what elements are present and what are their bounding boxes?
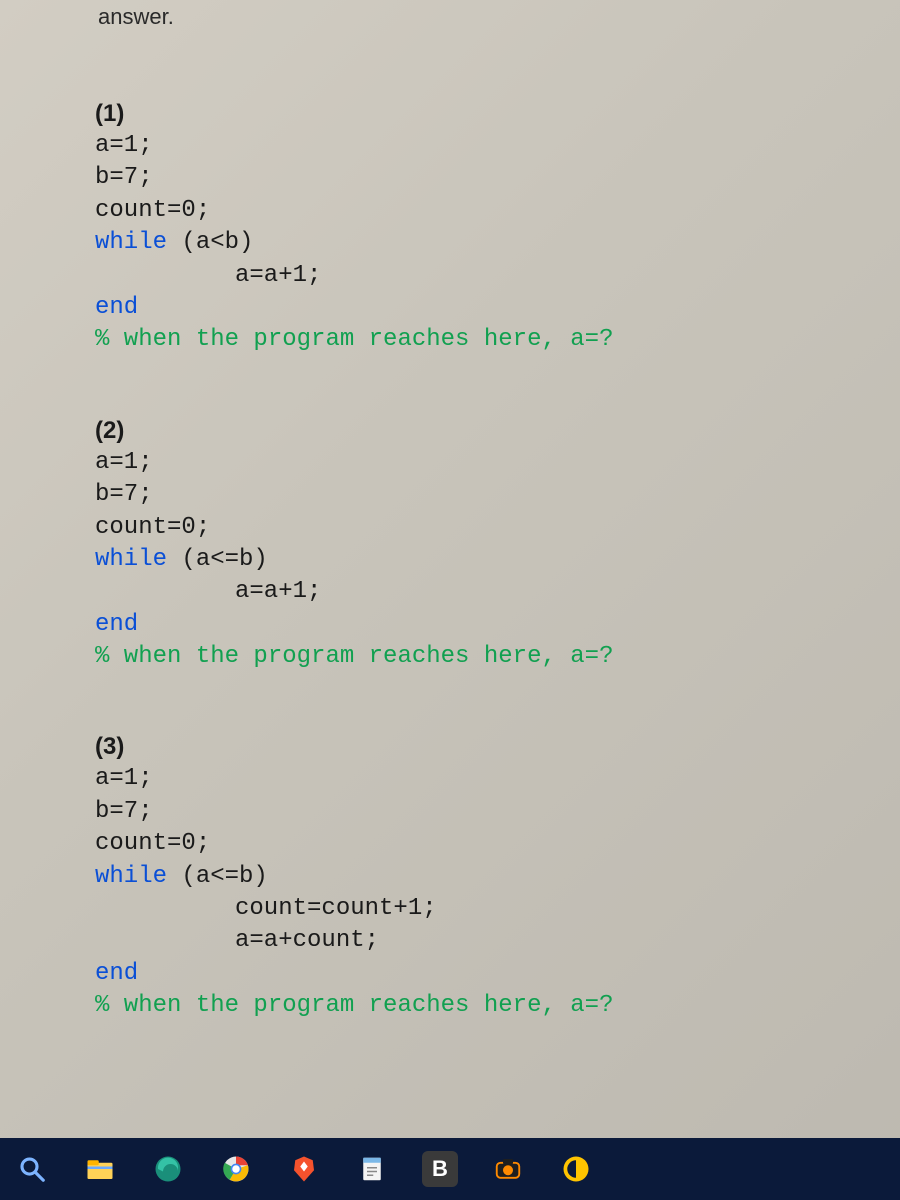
code-snippet: (1)a=1;b=7;count=0;while (a<b) a=a+1; end%… xyxy=(95,100,870,357)
code-line: a=1; xyxy=(95,447,870,479)
code-line: end xyxy=(95,292,870,324)
comment: % when the program reaches here, a=? xyxy=(95,641,870,673)
code-line: b=7; xyxy=(95,479,870,511)
code-body: a=1;b=7;count=0;while (a<=b)a=a+1;end% w… xyxy=(95,447,870,674)
edge-icon[interactable] xyxy=(150,1151,186,1187)
code-line: while (a<=b) xyxy=(95,544,870,576)
app-icon[interactable] xyxy=(558,1151,594,1187)
code-line: b=7; xyxy=(95,162,870,194)
code-text: a=a+1; xyxy=(235,578,321,605)
code-text: count=count+1; xyxy=(235,895,437,922)
keyword: while xyxy=(95,546,167,573)
brave-icon[interactable] xyxy=(286,1151,322,1187)
code-body: a=1;b=7;count=0;while (a<=b)count=count+… xyxy=(95,763,870,1022)
code-text: (a<=b) xyxy=(167,863,268,890)
file-explorer-icon[interactable] xyxy=(82,1151,118,1187)
code-line: b=7; xyxy=(95,796,870,828)
code-line: count=0; xyxy=(95,512,870,544)
code-line: end xyxy=(95,958,870,990)
code-line: a=a+count; xyxy=(95,925,870,957)
comment: % when the program reaches here, a=? xyxy=(95,324,870,356)
chrome-icon[interactable] xyxy=(218,1151,254,1187)
keyword: end xyxy=(95,611,138,638)
code-text: a=a+count; xyxy=(235,927,379,954)
code-content: (1)a=1;b=7;count=0;while (a<b)a=a+1;end%… xyxy=(95,100,870,1083)
code-line: count=count+1; xyxy=(95,893,870,925)
comment: % when the program reaches here, a=? xyxy=(95,990,870,1022)
snippet-label: (2) xyxy=(95,417,870,445)
taskbar: B xyxy=(0,1138,900,1200)
code-line: while (a<=b) xyxy=(95,861,870,893)
heading-fragment: answer. xyxy=(90,0,182,34)
code-line: a=a+1; xyxy=(95,260,870,292)
camera-icon[interactable] xyxy=(490,1151,526,1187)
keyword: end xyxy=(95,960,138,987)
snippet-label: (1) xyxy=(95,100,870,128)
code-line: a=a+1; xyxy=(95,576,870,608)
code-text: a=a+1; xyxy=(235,262,321,289)
code-body: a=1;b=7;count=0;while (a<b) a=a+1; end % wh… xyxy=(95,130,870,357)
code-snippet: (3)a=1;b=7;count=0;while (a<=b)count=cou… xyxy=(95,733,870,1022)
snippet-label: (3) xyxy=(95,733,870,761)
blackboard-icon[interactable]: B xyxy=(422,1151,458,1187)
code-text: (a<b) xyxy=(167,229,253,256)
code-text: (a<=b) xyxy=(167,546,268,573)
code-snippet: (2)a=1;b=7;count=0;while (a<=b)a=a+1;end… xyxy=(95,417,870,674)
code-line: a=1; xyxy=(95,763,870,795)
code-line: end xyxy=(95,609,870,641)
code-line: count=0; xyxy=(95,828,870,860)
code-line: count=0; xyxy=(95,195,870,227)
search-icon[interactable] xyxy=(14,1151,50,1187)
code-line: while (a<b) xyxy=(95,227,870,259)
keyword: end xyxy=(95,294,138,321)
notepad-icon[interactable] xyxy=(354,1151,390,1187)
page: answer. (1)a=1;b=7;count=0;while (a<b)a=… xyxy=(0,0,900,1200)
blackboard-letter: B xyxy=(432,1156,448,1182)
keyword: while xyxy=(95,229,167,256)
keyword: while xyxy=(95,863,167,890)
code-line: a=1; xyxy=(95,130,870,162)
